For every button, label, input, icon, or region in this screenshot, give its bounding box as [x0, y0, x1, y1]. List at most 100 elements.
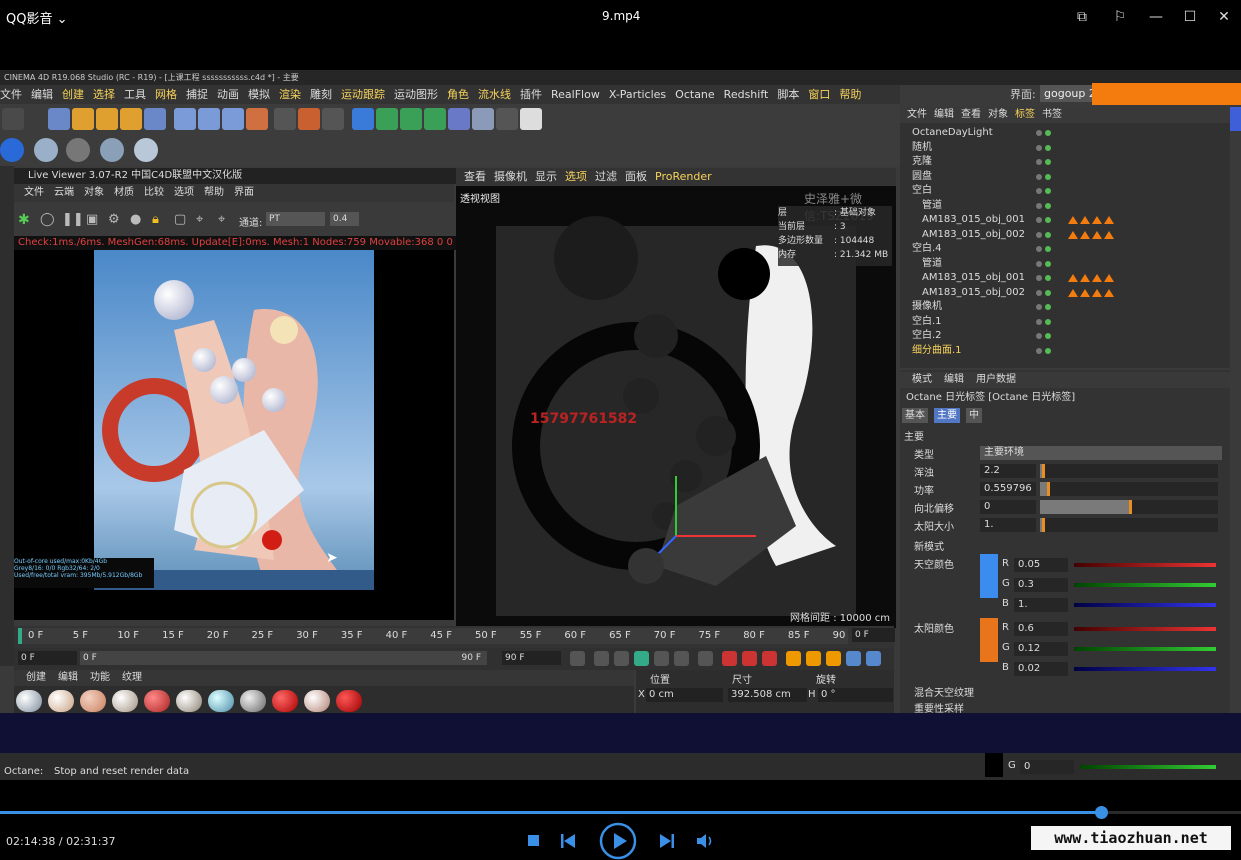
material-tag-icon[interactable] — [1080, 288, 1090, 297]
progress-bar[interactable] — [0, 806, 1241, 819]
mode-icon[interactable] — [0, 138, 24, 162]
material-thumb[interactable] — [48, 690, 74, 712]
visibility-toggle-icon[interactable] — [1036, 332, 1054, 340]
playhead[interactable] — [18, 628, 22, 644]
video-frame[interactable]: CINEMA 4D R19.068 Studio (RC - R19) - [上… — [0, 70, 1241, 780]
property-slider[interactable] — [1040, 500, 1218, 514]
visibility-toggle-icon[interactable] — [1036, 303, 1054, 311]
material-tag-icon[interactable] — [1104, 216, 1114, 224]
object-row[interactable]: 空白 — [900, 184, 1230, 199]
property-slider-handle[interactable] — [1041, 518, 1045, 532]
spline-icon[interactable] — [376, 108, 398, 130]
property-slider-handle[interactable] — [1129, 500, 1132, 514]
live-viewer-menu-item[interactable]: 文件 — [24, 187, 44, 198]
record-icon[interactable] — [722, 651, 737, 666]
viewport-menu-item[interactable]: 查看 — [464, 170, 486, 183]
play-icon[interactable] — [634, 651, 649, 666]
axis-z-icon[interactable] — [222, 108, 244, 130]
polygons-mode-icon[interactable] — [100, 138, 124, 162]
c4d-menu-item[interactable]: 运动跟踪 — [341, 88, 385, 101]
c4d-menu-item[interactable]: 动画 — [217, 88, 239, 101]
property-slider-handle[interactable] — [1047, 482, 1051, 496]
live-viewer-menu-item[interactable]: 帮助 — [204, 187, 224, 198]
material-thumb[interactable] — [80, 690, 106, 712]
object-row[interactable]: 随机 — [900, 141, 1230, 156]
material-tag-icon[interactable] — [1104, 288, 1114, 297]
object-manager-menu-item[interactable]: 对象 — [988, 109, 1008, 120]
model-mode-icon[interactable] — [134, 138, 158, 162]
material-tag-icon[interactable] — [1080, 230, 1090, 239]
loop-icon[interactable] — [674, 651, 689, 666]
c4d-menu-item[interactable]: 模拟 — [248, 88, 270, 101]
deformer-icon[interactable] — [448, 108, 470, 130]
go-end-icon[interactable] — [698, 651, 713, 666]
material-menu-item[interactable]: 创建 — [26, 672, 46, 683]
object-row[interactable]: 管道 — [900, 257, 1230, 272]
nurbs-icon[interactable] — [400, 108, 422, 130]
stop-icon[interactable]: ▣ — [86, 212, 98, 227]
world-coord-icon[interactable] — [246, 108, 268, 130]
progress-handle[interactable] — [1094, 806, 1108, 819]
screenshot-icon[interactable]: ⧉ — [1071, 6, 1093, 28]
sun-g-field[interactable]: 0.12 — [1014, 642, 1068, 656]
c4d-menu-item[interactable]: RealFlow — [551, 88, 600, 101]
property-field[interactable]: 2.2 — [980, 464, 1036, 478]
visibility-toggle-icon[interactable] — [1036, 260, 1054, 268]
position-x-field[interactable]: 0 cm — [646, 688, 723, 702]
array-icon[interactable] — [424, 108, 446, 130]
viewport-menu-item[interactable]: 选项 — [565, 170, 587, 183]
material-tag-icon[interactable] — [1068, 216, 1078, 224]
viewport-menu-item[interactable]: 面板 — [625, 170, 647, 183]
volume-icon[interactable] — [697, 833, 715, 849]
visibility-toggle-icon[interactable] — [1036, 129, 1054, 137]
pin-icon[interactable]: ⚐ — [1109, 6, 1131, 28]
axis-x-icon[interactable] — [174, 108, 196, 130]
visibility-toggle-icon[interactable] — [1036, 144, 1054, 152]
c4d-menu-item[interactable]: 渲染 — [279, 88, 301, 101]
c4d-menu-item[interactable]: 窗口 — [808, 88, 830, 101]
lock-icon[interactable]: 🔒︎ — [152, 212, 159, 227]
stop-button[interactable] — [528, 835, 539, 846]
render-view-icon[interactable] — [274, 108, 296, 130]
material-tag-icon[interactable] — [1092, 274, 1102, 282]
start-frame-field[interactable]: 0 F — [18, 651, 77, 665]
c4d-menu-item[interactable]: 工具 — [124, 88, 146, 101]
light-icon[interactable] — [520, 108, 542, 130]
size-x-field[interactable]: 392.508 cm — [728, 688, 807, 702]
material-menu-item[interactable]: 编辑 — [58, 672, 78, 683]
cube-icon[interactable] — [352, 108, 374, 130]
scale-key-icon[interactable] — [806, 651, 821, 666]
move-key-icon[interactable] — [786, 651, 801, 666]
param-key-icon[interactable] — [846, 651, 861, 666]
timeline-ruler[interactable]: 0 F 5 F 10 F 15 F 20 F 25 F 30 F 35 F 40 F 45 F 50… — [18, 628, 848, 644]
material-tag-icon[interactable] — [1068, 230, 1078, 239]
render-settings-icon[interactable] — [322, 108, 344, 130]
c4d-menu-item[interactable]: 插件 — [520, 88, 542, 101]
property-field[interactable]: 0 — [980, 500, 1036, 514]
camera-icon[interactable] — [496, 108, 518, 130]
c4d-menu-item[interactable]: 捕捉 — [186, 88, 208, 101]
material-thumb[interactable] — [272, 690, 298, 712]
rotate-icon[interactable] — [120, 108, 142, 130]
visibility-toggle-icon[interactable] — [1036, 289, 1054, 297]
next-button[interactable] — [660, 833, 674, 849]
render-preview[interactable]: Out-of-core used/max:0Kb/4Gb Grey8/16: 0… — [14, 250, 454, 620]
play-back-icon[interactable] — [614, 651, 629, 666]
visibility-toggle-icon[interactable] — [1036, 231, 1054, 239]
property-slider[interactable] — [1040, 518, 1218, 532]
sky-color-swatch[interactable] — [980, 554, 998, 598]
pick-focus-icon[interactable]: ⌖ — [196, 212, 203, 227]
step-forward-icon[interactable] — [654, 651, 669, 666]
material-tag-icon[interactable] — [1104, 274, 1114, 282]
object-row[interactable]: 圆盘 — [900, 170, 1230, 185]
property-field[interactable]: 1. — [980, 518, 1036, 532]
material-thumb[interactable] — [304, 690, 330, 712]
object-row[interactable]: 空白.2 — [900, 329, 1230, 344]
play-button[interactable] — [599, 822, 637, 860]
region-icon[interactable]: ▢ — [174, 212, 186, 227]
frame-range-slider[interactable]: 0 F 90 F — [80, 651, 487, 665]
visibility-toggle-icon[interactable] — [1036, 216, 1054, 224]
sun-g-slider[interactable] — [1074, 647, 1216, 651]
object-row[interactable]: AM183_015_obj_002 — [900, 286, 1230, 301]
viewport-menu-item[interactable]: ProRender — [655, 170, 712, 183]
